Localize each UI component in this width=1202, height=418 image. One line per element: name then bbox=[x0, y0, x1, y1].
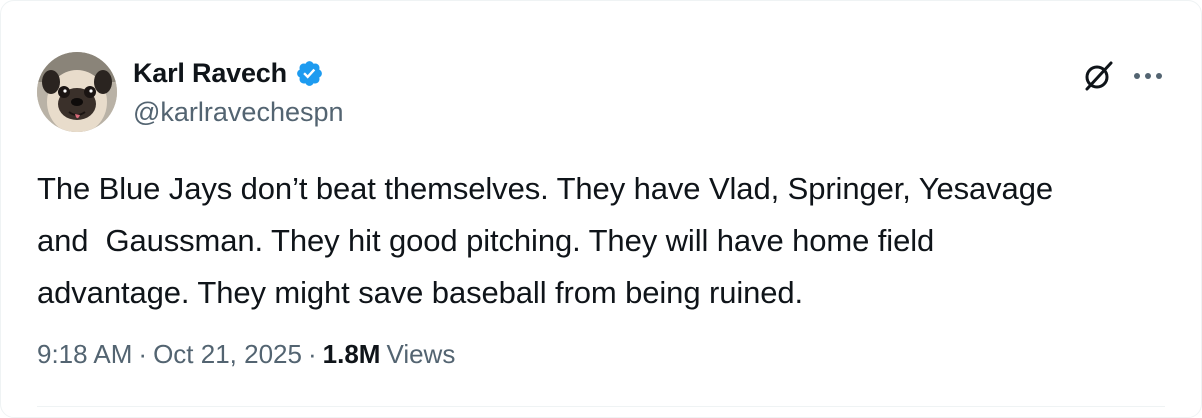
views-count: 1.8M bbox=[322, 339, 381, 369]
more-options-icon[interactable] bbox=[1131, 63, 1165, 89]
meta-separator: · bbox=[138, 339, 148, 369]
divider bbox=[37, 406, 1165, 407]
avatar[interactable] bbox=[37, 52, 117, 132]
grok-icon[interactable] bbox=[1081, 59, 1115, 93]
tweet-date[interactable]: Oct 21, 2025 bbox=[153, 339, 302, 370]
verified-badge-icon[interactable] bbox=[295, 59, 324, 88]
author-display-name[interactable]: Karl Ravech bbox=[133, 58, 287, 89]
meta-separator: · bbox=[307, 339, 317, 369]
tweet-time[interactable]: 9:18 AM bbox=[37, 339, 132, 370]
pug-avatar-icon bbox=[37, 52, 117, 132]
tweet-card: Karl Ravech @karlravechespn The Blue Jay… bbox=[0, 0, 1202, 418]
views-label: Views bbox=[386, 339, 456, 369]
author-name-row: Karl Ravech bbox=[133, 57, 324, 89]
author-handle[interactable]: @karlravechespn bbox=[133, 97, 344, 128]
tweet-meta: 9:18 AM · Oct 21, 2025 · 1.8M Views bbox=[37, 339, 455, 370]
tweet-text: The Blue Jays don’t beat themselves. The… bbox=[37, 171, 1053, 310]
